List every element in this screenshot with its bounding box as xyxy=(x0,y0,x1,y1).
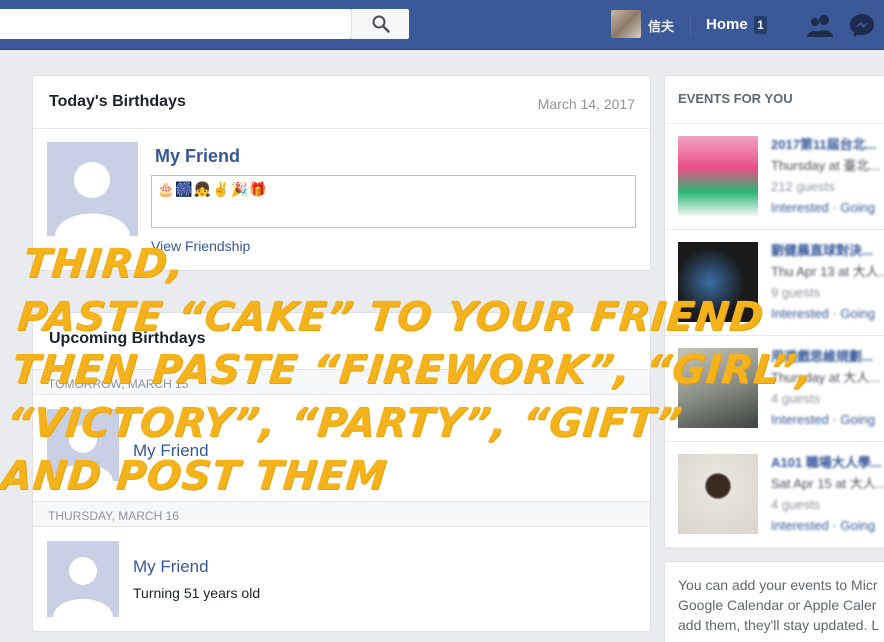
overlay-line: then paste “firework”, “girl”, xyxy=(9,347,816,393)
home-count-badge: 1 xyxy=(754,16,767,34)
overlay-line: Paste “cake” to your friend xyxy=(15,294,767,340)
top-navigation-bar: 信夫 Home 1 xyxy=(0,0,884,50)
card-divider xyxy=(33,128,650,129)
friend-avatar[interactable] xyxy=(47,541,119,617)
events-title: EVENTS FOR YOU xyxy=(678,91,793,106)
user-avatar[interactable] xyxy=(611,10,641,38)
overlay-line: Third, xyxy=(20,241,187,287)
birthday-age-text: Turning 51 years old xyxy=(133,585,261,601)
search-icon xyxy=(372,15,390,33)
todays-birthdays-date: March 14, 2017 xyxy=(537,96,635,112)
search-input[interactable] xyxy=(0,9,351,39)
calendar-sync-text: You can add your events to Micr Google C… xyxy=(678,575,884,635)
search-button[interactable] xyxy=(351,9,409,39)
overlay-line: and post them xyxy=(0,453,390,499)
friend-avatar[interactable] xyxy=(47,142,138,236)
event-title-link[interactable]: 2017第11屆台北... xyxy=(771,134,884,155)
calendar-sync-card: You can add your events to Micr Google C… xyxy=(664,561,884,642)
event-rsvp-links[interactable]: Interested · Going xyxy=(771,197,884,218)
messenger-icon[interactable] xyxy=(848,11,876,39)
friends-icon[interactable] xyxy=(804,11,836,39)
upcoming-date-header: THURSDAY, MARCH 16 xyxy=(33,501,650,527)
user-name[interactable]: 信夫 xyxy=(648,16,674,35)
instruction-overlay: Third, Paste “cake” to your friend then … xyxy=(0,238,827,503)
message-emojis: 🎂🎆👧✌🎉🎁 xyxy=(157,181,268,197)
friend-name-link[interactable]: My Friend xyxy=(155,146,240,167)
event-thumbnail[interactable] xyxy=(678,136,758,216)
event-rsvp-links[interactable]: Interested · Going xyxy=(771,515,884,536)
overlay-line: “victory”, “party”, “gift” xyxy=(4,400,685,446)
home-link[interactable]: Home xyxy=(706,16,748,33)
friend-name-link[interactable]: My Friend xyxy=(133,557,209,577)
birthday-message-input[interactable]: 🎂🎆👧✌🎉🎁 xyxy=(151,175,636,228)
event-guests: 212 guests xyxy=(771,179,835,194)
sync-line: You can add your events to Micr xyxy=(678,577,878,593)
todays-birthdays-title: Today's Birthdays xyxy=(49,93,186,110)
event-time: Thursday at 臺北... xyxy=(771,158,881,173)
sync-line: Google Calendar or Apple Caler xyxy=(678,597,877,613)
sync-line: add them, they'll stay updated. L xyxy=(678,617,880,633)
event-item[interactable]: 2017第11屆台北... Thursday at 臺北... 212 gues… xyxy=(665,124,884,230)
nav-divider xyxy=(690,14,691,36)
